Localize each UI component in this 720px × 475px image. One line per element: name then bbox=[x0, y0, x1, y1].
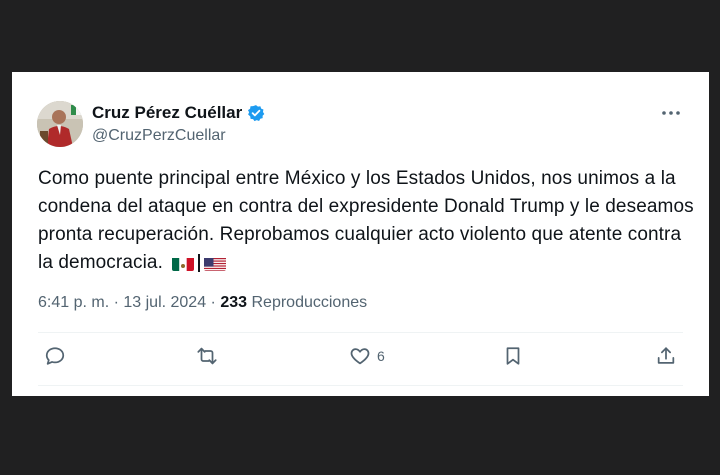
author-name-row[interactable]: Cruz Pérez Cuéllar bbox=[92, 103, 265, 123]
bookmark-button[interactable] bbox=[502, 345, 524, 367]
tweet-meta: 6:41 p. m. · 13 jul. 2024 · 233 Reproduc… bbox=[38, 294, 367, 312]
mexico-flag bbox=[172, 255, 195, 271]
author-name[interactable]: Cruz Pérez Cuéllar bbox=[92, 103, 242, 123]
views-count: 233 bbox=[220, 294, 248, 311]
divider bbox=[38, 385, 683, 386]
bookmark-icon[interactable] bbox=[502, 345, 524, 367]
retweet-button[interactable] bbox=[196, 345, 218, 367]
usa-flag bbox=[203, 255, 226, 271]
flag-separator bbox=[198, 254, 200, 272]
meta-separator: · bbox=[206, 294, 221, 311]
action-bar: 6 bbox=[12, 345, 709, 373]
tweet-text-block: Como puente principal entre México y los… bbox=[38, 165, 698, 277]
divider bbox=[38, 332, 683, 333]
reply-icon[interactable] bbox=[44, 345, 66, 367]
tweet-text: Como puente principal entre México y los… bbox=[38, 168, 694, 273]
likes-count: 6 bbox=[377, 348, 385, 364]
views-label: Reproducciones bbox=[251, 294, 368, 311]
avatar[interactable] bbox=[37, 101, 83, 147]
share-button[interactable] bbox=[655, 345, 677, 367]
like-icon[interactable] bbox=[349, 345, 371, 367]
timestamp[interactable]: 6:41 p. m. · 13 jul. 2024 bbox=[38, 294, 206, 311]
author-handle[interactable]: @CruzPerzCuellar bbox=[92, 127, 226, 145]
flag-emojis bbox=[172, 254, 226, 272]
tweet-card: Cruz Pérez Cuéllar @CruzPerzCuellar Como… bbox=[12, 72, 709, 396]
like-button[interactable]: 6 bbox=[349, 345, 385, 367]
verified-badge-icon bbox=[247, 104, 265, 122]
more-icon[interactable] bbox=[659, 103, 683, 123]
reply-button[interactable] bbox=[44, 345, 66, 367]
retweet-icon[interactable] bbox=[196, 345, 218, 367]
share-icon[interactable] bbox=[655, 345, 677, 367]
